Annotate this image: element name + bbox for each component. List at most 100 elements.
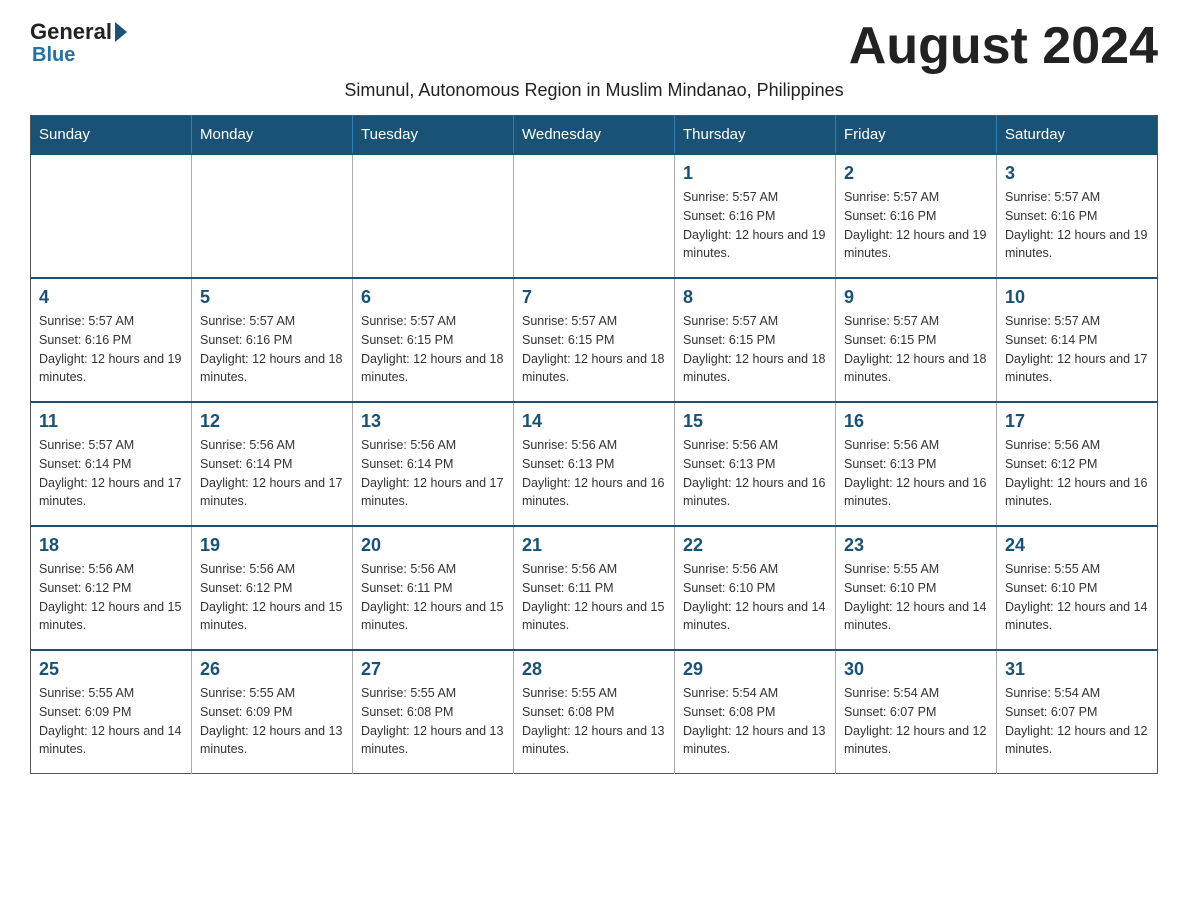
day-cell-18: 18Sunrise: 5:56 AMSunset: 6:12 PMDayligh…: [31, 526, 192, 650]
day-cell-19: 19Sunrise: 5:56 AMSunset: 6:12 PMDayligh…: [192, 526, 353, 650]
day-info-20: Sunrise: 5:56 AMSunset: 6:11 PMDaylight:…: [361, 560, 505, 635]
day-cell-5: 5 Sunrise: 5:57 AMSunset: 6:16 PMDaylight…: [192, 278, 353, 402]
day-cell-8: 8Sunrise: 5:57 AMSunset: 6:15 PMDaylight…: [675, 278, 836, 402]
calendar-table: SundayMondayTuesdayWednesdayThursdayFrid…: [30, 115, 1158, 774]
day-number-31: 31: [1005, 659, 1149, 680]
day-number-15: 15: [683, 411, 827, 432]
day-info-23: Sunrise: 5:55 AMSunset: 6:10 PMDaylight:…: [844, 560, 988, 635]
day-number-20: 20: [361, 535, 505, 556]
page-header: General Blue August 2024: [30, 20, 1158, 72]
day-cell-3: 3 Sunrise: 5:57 AMSunset: 6:16 PMDaylight…: [997, 154, 1158, 278]
day-cell-13: 13 Sunrise: 5:56 AMSunset: 6:14 PMDayligh…: [353, 402, 514, 526]
day-number-24: 24: [1005, 535, 1149, 556]
day-cell-2: 2 Sunrise: 5:57 AMSunset: 6:16 PMDaylight…: [836, 154, 997, 278]
day-number-16: 16: [844, 411, 988, 432]
day-number-22: 22: [683, 535, 827, 556]
day-info-30: Sunrise: 5:54 AMSunset: 6:07 PMDaylight:…: [844, 684, 988, 759]
day-cell-30: 30 Sunrise: 5:54 AMSunset: 6:07 PMDayligh…: [836, 650, 997, 774]
day-cell-29: 29Sunrise: 5:54 AMSunset: 6:08 PMDayligh…: [675, 650, 836, 774]
calendar-body: 1 Sunrise: 5:57 AMSunset: 6:16 PMDaylight…: [31, 154, 1158, 774]
day-number-4: 4: [39, 287, 183, 308]
logo: General Blue: [30, 20, 127, 67]
day-number-25: 25: [39, 659, 183, 680]
day-cell-10: 10Sunrise: 5:57 AMSunset: 6:14 PMDayligh…: [997, 278, 1158, 402]
header-thursday: Thursday: [675, 116, 836, 155]
day-info-24: Sunrise: 5:55 AMSunset: 6:10 PMDaylight:…: [1005, 560, 1149, 635]
day-number-5: 5: [200, 287, 344, 308]
day-cell-22: 22 Sunrise: 5:56 AMSunset: 6:10 PMDayligh…: [675, 526, 836, 650]
day-info-25: Sunrise: 5:55 AMSunset: 6:09 PMDaylight:…: [39, 684, 183, 759]
day-number-30: 30: [844, 659, 988, 680]
day-info-22: Sunrise: 5:56 AMSunset: 6:10 PMDaylight:…: [683, 560, 827, 635]
day-number-3: 3: [1005, 163, 1149, 184]
week-row-5: 25 Sunrise: 5:55 AMSunset: 6:09 PMDayligh…: [31, 650, 1158, 774]
empty-cell: [514, 154, 675, 278]
week-row-2: 4 Sunrise: 5:57 AMSunset: 6:16 PMDaylight…: [31, 278, 1158, 402]
day-cell-7: 7 Sunrise: 5:57 AMSunset: 6:15 PMDaylight…: [514, 278, 675, 402]
day-info-7: Sunrise: 5:57 AMSunset: 6:15 PMDaylight:…: [522, 312, 666, 387]
day-info-5: Sunrise: 5:57 AMSunset: 6:16 PMDaylight:…: [200, 312, 344, 387]
day-cell-12: 12 Sunrise: 5:56 AMSunset: 6:14 PMDayligh…: [192, 402, 353, 526]
day-cell-28: 28 Sunrise: 5:55 AMSunset: 6:08 PMDayligh…: [514, 650, 675, 774]
day-info-13: Sunrise: 5:56 AMSunset: 6:14 PMDaylight:…: [361, 436, 505, 511]
day-info-12: Sunrise: 5:56 AMSunset: 6:14 PMDaylight:…: [200, 436, 344, 511]
day-number-6: 6: [361, 287, 505, 308]
day-info-1: Sunrise: 5:57 AMSunset: 6:16 PMDaylight:…: [683, 188, 827, 263]
header-friday: Friday: [836, 116, 997, 155]
day-number-11: 11: [39, 411, 183, 432]
day-cell-21: 21Sunrise: 5:56 AMSunset: 6:11 PMDayligh…: [514, 526, 675, 650]
page-subtitle: Simunul, Autonomous Region in Muslim Min…: [30, 80, 1158, 101]
day-cell-27: 27 Sunrise: 5:55 AMSunset: 6:08 PMDayligh…: [353, 650, 514, 774]
empty-cell: [353, 154, 514, 278]
day-number-29: 29: [683, 659, 827, 680]
days-of-week-row: SundayMondayTuesdayWednesdayThursdayFrid…: [31, 116, 1158, 155]
day-cell-11: 11Sunrise: 5:57 AMSunset: 6:14 PMDayligh…: [31, 402, 192, 526]
day-number-8: 8: [683, 287, 827, 308]
day-number-23: 23: [844, 535, 988, 556]
day-cell-15: 15 Sunrise: 5:56 AMSunset: 6:13 PMDayligh…: [675, 402, 836, 526]
day-cell-31: 31 Sunrise: 5:54 AMSunset: 6:07 PMDayligh…: [997, 650, 1158, 774]
day-cell-26: 26 Sunrise: 5:55 AMSunset: 6:09 PMDayligh…: [192, 650, 353, 774]
day-info-28: Sunrise: 5:55 AMSunset: 6:08 PMDaylight:…: [522, 684, 666, 759]
logo-general-text: General: [30, 20, 127, 44]
week-row-4: 18Sunrise: 5:56 AMSunset: 6:12 PMDayligh…: [31, 526, 1158, 650]
day-info-4: Sunrise: 5:57 AMSunset: 6:16 PMDaylight:…: [39, 312, 183, 387]
day-info-31: Sunrise: 5:54 AMSunset: 6:07 PMDaylight:…: [1005, 684, 1149, 759]
day-info-2: Sunrise: 5:57 AMSunset: 6:16 PMDaylight:…: [844, 188, 988, 263]
day-info-3: Sunrise: 5:57 AMSunset: 6:16 PMDaylight:…: [1005, 188, 1149, 263]
day-cell-1: 1 Sunrise: 5:57 AMSunset: 6:16 PMDaylight…: [675, 154, 836, 278]
day-info-17: Sunrise: 5:56 AMSunset: 6:12 PMDaylight:…: [1005, 436, 1149, 511]
day-info-27: Sunrise: 5:55 AMSunset: 6:08 PMDaylight:…: [361, 684, 505, 759]
empty-cell: [192, 154, 353, 278]
day-info-15: Sunrise: 5:56 AMSunset: 6:13 PMDaylight:…: [683, 436, 827, 511]
day-number-1: 1: [683, 163, 827, 184]
day-info-6: Sunrise: 5:57 AMSunset: 6:15 PMDaylight:…: [361, 312, 505, 387]
header-monday: Monday: [192, 116, 353, 155]
day-number-26: 26: [200, 659, 344, 680]
day-cell-20: 20 Sunrise: 5:56 AMSunset: 6:11 PMDayligh…: [353, 526, 514, 650]
day-cell-23: 23 Sunrise: 5:55 AMSunset: 6:10 PMDayligh…: [836, 526, 997, 650]
day-number-13: 13: [361, 411, 505, 432]
day-number-2: 2: [844, 163, 988, 184]
day-number-28: 28: [522, 659, 666, 680]
day-number-10: 10: [1005, 287, 1149, 308]
day-number-17: 17: [1005, 411, 1149, 432]
day-info-26: Sunrise: 5:55 AMSunset: 6:09 PMDaylight:…: [200, 684, 344, 759]
day-cell-4: 4 Sunrise: 5:57 AMSunset: 6:16 PMDaylight…: [31, 278, 192, 402]
week-row-3: 11Sunrise: 5:57 AMSunset: 6:14 PMDayligh…: [31, 402, 1158, 526]
day-number-7: 7: [522, 287, 666, 308]
day-cell-16: 16Sunrise: 5:56 AMSunset: 6:13 PMDayligh…: [836, 402, 997, 526]
header-sunday: Sunday: [31, 116, 192, 155]
day-number-19: 19: [200, 535, 344, 556]
day-number-12: 12: [200, 411, 344, 432]
day-number-27: 27: [361, 659, 505, 680]
empty-cell: [31, 154, 192, 278]
month-title: August 2024: [849, 20, 1158, 72]
calendar-header: SundayMondayTuesdayWednesdayThursdayFrid…: [31, 116, 1158, 155]
day-number-9: 9: [844, 287, 988, 308]
logo-arrow-icon: [115, 22, 127, 42]
day-cell-9: 9Sunrise: 5:57 AMSunset: 6:15 PMDaylight…: [836, 278, 997, 402]
day-number-18: 18: [39, 535, 183, 556]
day-info-14: Sunrise: 5:56 AMSunset: 6:13 PMDaylight:…: [522, 436, 666, 511]
week-row-1: 1 Sunrise: 5:57 AMSunset: 6:16 PMDaylight…: [31, 154, 1158, 278]
